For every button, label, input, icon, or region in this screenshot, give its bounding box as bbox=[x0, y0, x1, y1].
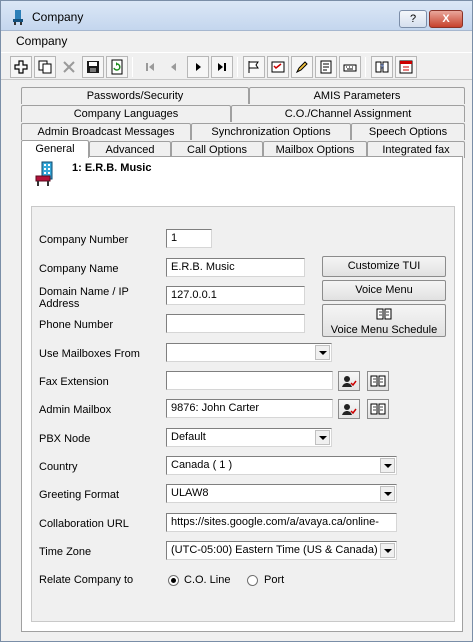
voice-menu-schedule-label: Voice Menu Schedule bbox=[330, 324, 438, 336]
tab-company-languages[interactable]: Company Languages bbox=[21, 105, 231, 122]
window-title: Company bbox=[32, 10, 84, 24]
voice-menu-schedule-icon bbox=[376, 308, 392, 320]
customize-tui-button[interactable]: Customize TUI bbox=[322, 256, 446, 277]
edit-icon[interactable] bbox=[291, 56, 313, 78]
tab-admin-broadcast-messages[interactable]: Admin Broadcast Messages bbox=[21, 123, 191, 140]
company-app-icon bbox=[13, 10, 23, 25]
collaboration-url-field[interactable]: https://sites.google.com/a/avaya.ca/onli… bbox=[166, 513, 397, 532]
chevron-down-icon[interactable] bbox=[315, 345, 330, 360]
copy-icon[interactable] bbox=[34, 56, 56, 78]
admin-mailbox-book-button[interactable] bbox=[367, 399, 389, 419]
tab-speech-options[interactable]: Speech Options bbox=[351, 123, 465, 140]
first-record-icon[interactable] bbox=[139, 56, 161, 78]
report-icon[interactable] bbox=[315, 56, 337, 78]
fax-extension-lookup-button[interactable] bbox=[338, 371, 360, 391]
tab-synchronization-options[interactable]: Synchronization Options bbox=[191, 123, 351, 140]
help-button[interactable]: ? bbox=[399, 10, 427, 28]
country-label: Country bbox=[39, 461, 78, 473]
keyboard-icon[interactable] bbox=[339, 56, 361, 78]
company-building-icon bbox=[35, 161, 53, 186]
refresh-icon[interactable] bbox=[106, 56, 128, 78]
relate-port-label[interactable]: Port bbox=[264, 574, 284, 586]
greeting-format-select[interactable]: ULAW8 bbox=[166, 484, 397, 503]
delete-icon[interactable] bbox=[58, 56, 80, 78]
previous-record-icon[interactable] bbox=[163, 56, 185, 78]
title-bar[interactable]: Company ? X bbox=[1, 1, 472, 31]
use-mailboxes-from-label: Use Mailboxes From bbox=[39, 348, 140, 360]
company-header-title: 1: E.R.B. Music bbox=[72, 162, 152, 174]
admin-mailbox-lookup-button[interactable] bbox=[338, 399, 360, 419]
collaboration-url-label: Collaboration URL bbox=[39, 518, 129, 530]
admin-mailbox-field[interactable]: 9876: John Carter bbox=[166, 399, 333, 418]
flag-icon[interactable] bbox=[243, 56, 265, 78]
time-zone-select[interactable]: (UTC-05:00) Eastern Time (US & Canada) bbox=[166, 541, 397, 560]
person-search-icon bbox=[342, 376, 357, 387]
tab-passwords-security[interactable]: Passwords/Security bbox=[21, 87, 249, 104]
admin-mailbox-label: Admin Mailbox bbox=[39, 404, 112, 416]
last-record-icon[interactable] bbox=[211, 56, 233, 78]
country-select[interactable]: Canada ( 1 ) bbox=[166, 456, 397, 475]
greeting-format-label: Greeting Format bbox=[39, 489, 120, 501]
relate-port-radio[interactable] bbox=[247, 575, 258, 586]
add-icon[interactable] bbox=[10, 56, 32, 78]
fax-extension-label: Fax Extension bbox=[39, 376, 109, 388]
save-icon[interactable] bbox=[82, 56, 104, 78]
relate-company-to-label: Relate Company to bbox=[39, 574, 134, 586]
tab-co-channel-assignment[interactable]: C.O./Channel Assignment bbox=[231, 105, 465, 122]
relate-co-line-radio[interactable] bbox=[168, 575, 179, 586]
relate-co-line-label[interactable]: C.O. Line bbox=[184, 574, 230, 586]
company-window: Company ? X Company ? Passwords/Security… bbox=[0, 0, 473, 642]
chevron-down-icon[interactable] bbox=[380, 486, 395, 501]
company-name-field[interactable]: E.R.B. Music bbox=[166, 258, 305, 277]
close-button[interactable]: X bbox=[429, 10, 463, 28]
checklist-icon[interactable] bbox=[267, 56, 289, 78]
help-book-icon[interactable]: ? bbox=[371, 56, 393, 78]
company-number-field[interactable]: 1 bbox=[166, 229, 212, 248]
tab-amis-parameters[interactable]: AMIS Parameters bbox=[249, 87, 465, 104]
phone-number-label: Phone Number bbox=[39, 319, 113, 331]
pbx-node-select[interactable]: Default bbox=[166, 428, 332, 447]
use-mailboxes-from-select[interactable] bbox=[166, 343, 332, 362]
voice-menu-button[interactable]: Voice Menu bbox=[322, 280, 446, 301]
menu-company[interactable]: Company bbox=[16, 34, 67, 48]
calendar-icon[interactable] bbox=[395, 56, 417, 78]
directory-book-icon bbox=[370, 375, 386, 387]
tab-general[interactable]: General bbox=[21, 140, 89, 158]
chevron-down-icon[interactable] bbox=[380, 543, 395, 558]
next-record-icon[interactable] bbox=[187, 56, 209, 78]
company-number-label: Company Number bbox=[39, 234, 129, 246]
time-zone-label: Time Zone bbox=[39, 546, 92, 558]
fax-extension-book-button[interactable] bbox=[367, 371, 389, 391]
domain-name-label: Domain Name / IP Address bbox=[39, 286, 129, 310]
pbx-node-label: PBX Node bbox=[39, 433, 91, 445]
toolbar: ? bbox=[1, 52, 472, 80]
chevron-down-icon[interactable] bbox=[380, 458, 395, 473]
phone-number-field[interactable] bbox=[166, 314, 305, 333]
company-name-label: Company Name bbox=[39, 263, 119, 275]
domain-name-field[interactable]: 127.0.0.1 bbox=[166, 286, 305, 305]
directory-book-icon bbox=[370, 403, 386, 415]
voice-menu-schedule-button[interactable]: Voice Menu Schedule bbox=[322, 304, 446, 337]
fax-extension-field[interactable] bbox=[166, 371, 333, 390]
chevron-down-icon[interactable] bbox=[315, 430, 330, 445]
menu-bar: Company bbox=[1, 32, 472, 51]
person-search-icon bbox=[342, 404, 357, 415]
